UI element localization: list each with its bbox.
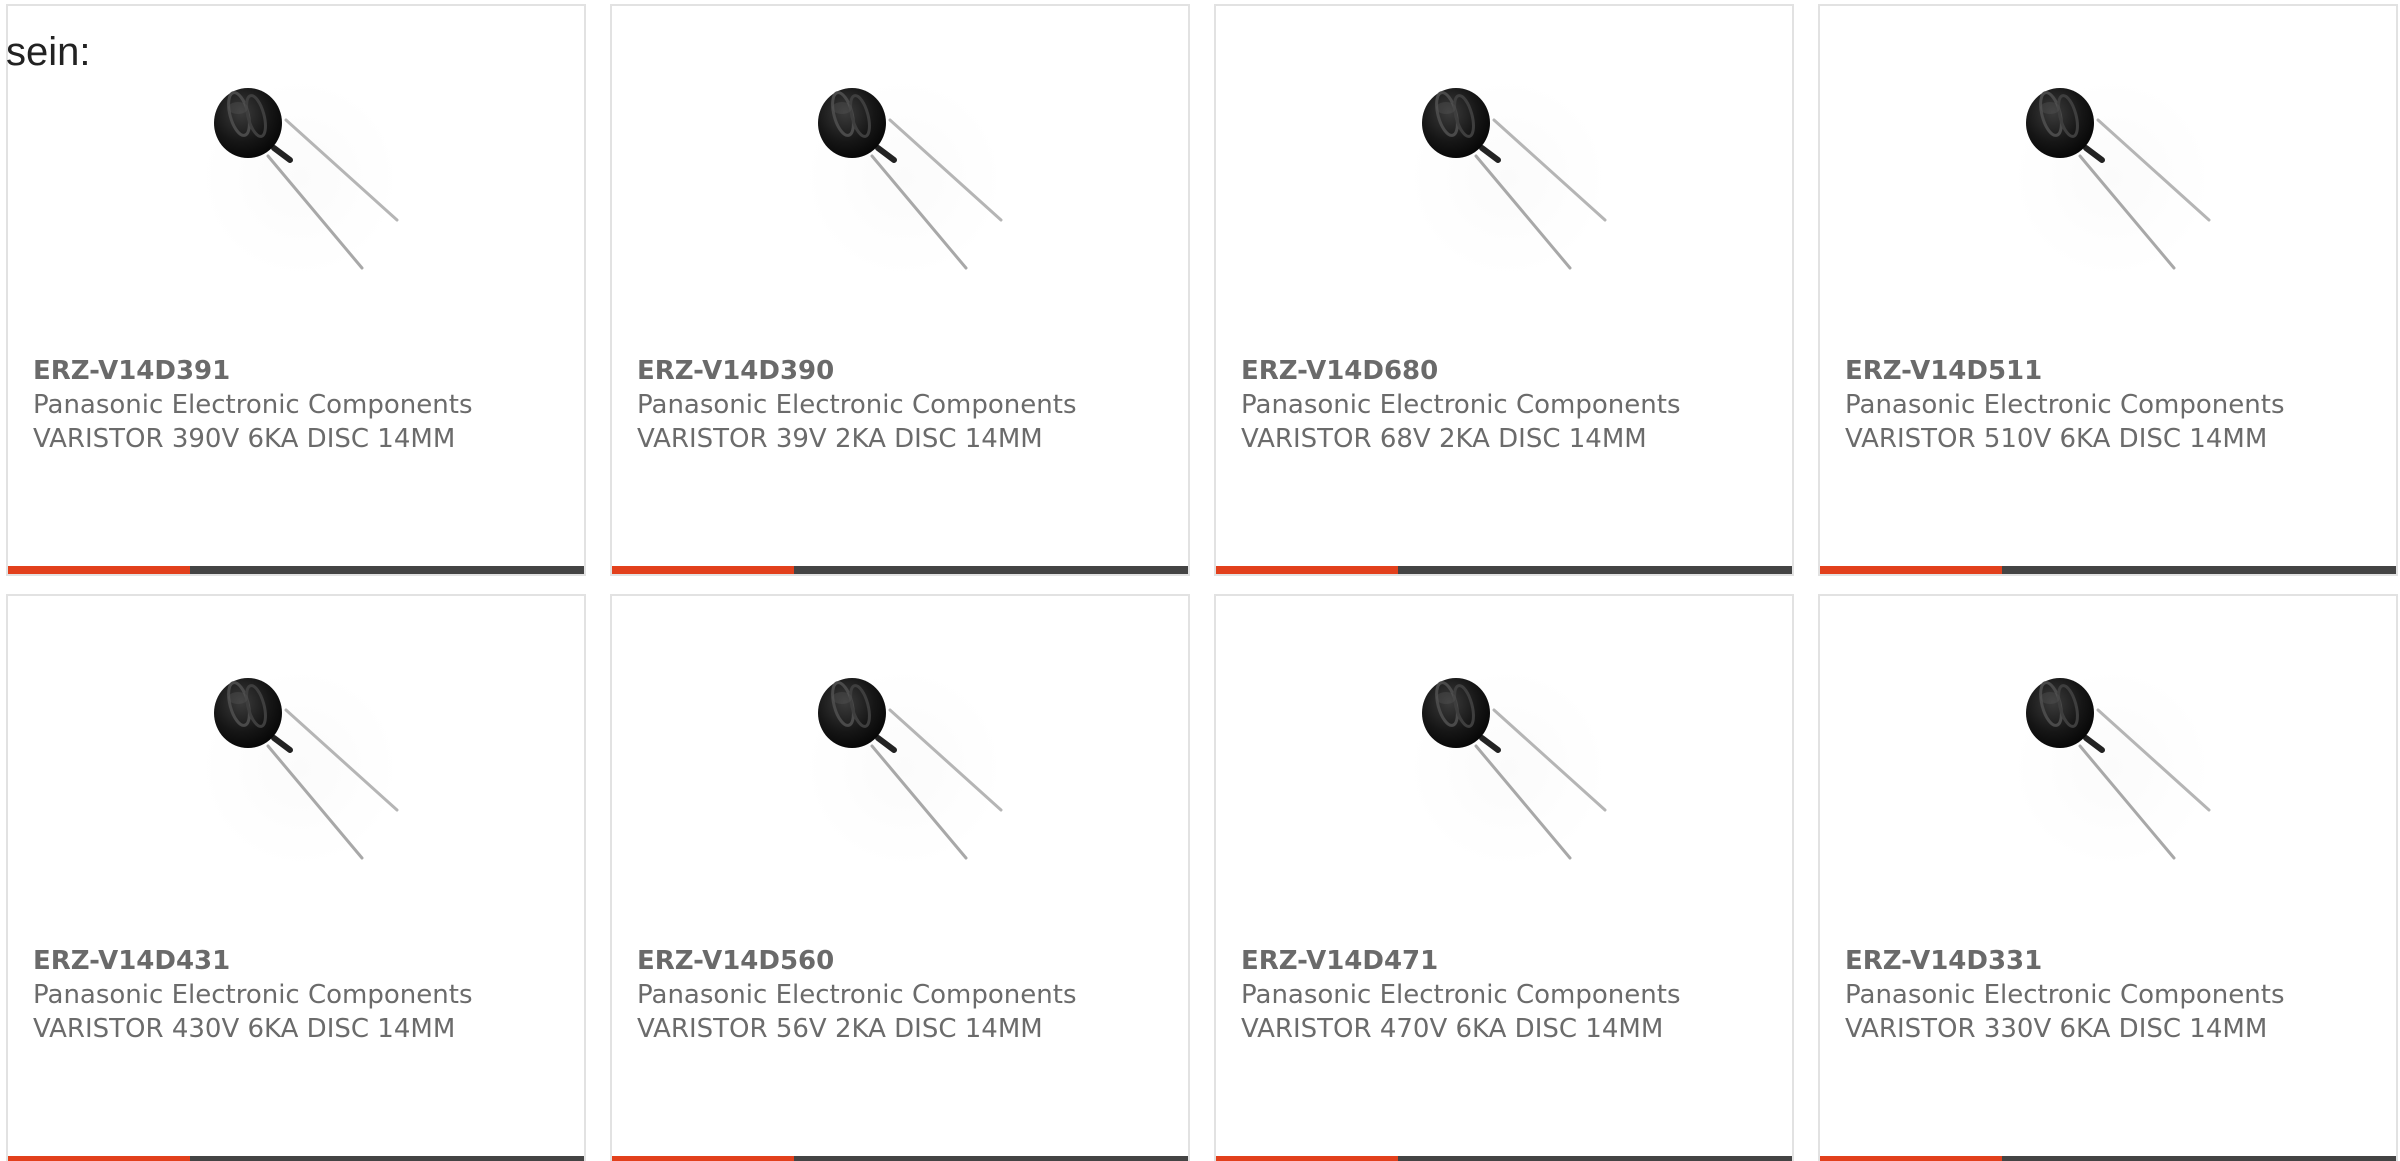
part-number-link[interactable]: ERZ-V14D471 bbox=[1241, 944, 1782, 978]
product-card[interactable]: ERZ-V14D431 Panasonic Electronic Compone… bbox=[6, 594, 586, 1161]
disc-varistor-image[interactable] bbox=[794, 658, 1014, 878]
lead-text: sein: bbox=[6, 30, 91, 74]
card-footer-bar bbox=[1820, 566, 2396, 574]
part-number-link[interactable]: ERZ-V14D390 bbox=[637, 354, 1178, 388]
manufacturer-label: Panasonic Electronic Components bbox=[33, 980, 473, 1010]
disc-varistor-image[interactable] bbox=[2002, 658, 2222, 878]
product-description: VARISTOR 330V 6KA DISC 14MM bbox=[1845, 1014, 2268, 1044]
card-footer-bar bbox=[1216, 566, 1792, 574]
manufacturer-label: Panasonic Electronic Components bbox=[637, 390, 1077, 420]
card-accent-bar bbox=[1820, 1156, 2002, 1161]
part-number-link[interactable]: ERZ-V14D560 bbox=[637, 944, 1178, 978]
part-number-link[interactable]: ERZ-V14D331 bbox=[1845, 944, 2386, 978]
product-description: VARISTOR 430V 6KA DISC 14MM bbox=[33, 1014, 456, 1044]
disc-varistor-image[interactable] bbox=[190, 68, 410, 288]
product-grid: ERZ-V14D391 Panasonic Electronic Compone… bbox=[0, 0, 2400, 1161]
card-accent-bar bbox=[8, 1156, 190, 1161]
product-card[interactable]: ERZ-V14D391 Panasonic Electronic Compone… bbox=[6, 4, 586, 576]
product-info: ERZ-V14D331 Panasonic Electronic Compone… bbox=[1845, 944, 2386, 1046]
disc-varistor-image[interactable] bbox=[1398, 68, 1618, 288]
manufacturer-label: Panasonic Electronic Components bbox=[1241, 390, 1681, 420]
card-accent-bar bbox=[1820, 566, 2002, 574]
product-info: ERZ-V14D390 Panasonic Electronic Compone… bbox=[637, 354, 1178, 456]
card-accent-bar bbox=[1216, 1156, 1398, 1161]
product-info: ERZ-V14D511 Panasonic Electronic Compone… bbox=[1845, 354, 2386, 456]
product-description: VARISTOR 56V 2KA DISC 14MM bbox=[637, 1014, 1043, 1044]
card-footer-bar bbox=[1820, 1156, 2396, 1161]
part-number-link[interactable]: ERZ-V14D431 bbox=[33, 944, 574, 978]
disc-varistor-image[interactable] bbox=[190, 658, 410, 878]
page: sein: ERZ-V14D391 Panasonic Electronic C… bbox=[0, 0, 2400, 1161]
product-card[interactable]: ERZ-V14D471 Panasonic Electronic Compone… bbox=[1214, 594, 1794, 1161]
disc-varistor-image[interactable] bbox=[2002, 68, 2222, 288]
product-card[interactable]: ERZ-V14D331 Panasonic Electronic Compone… bbox=[1818, 594, 2398, 1161]
card-footer-bar bbox=[612, 1156, 1188, 1161]
manufacturer-label: Panasonic Electronic Components bbox=[1241, 980, 1681, 1010]
part-number-link[interactable]: ERZ-V14D391 bbox=[33, 354, 574, 388]
card-footer-bar bbox=[612, 566, 1188, 574]
product-card[interactable]: ERZ-V14D560 Panasonic Electronic Compone… bbox=[610, 594, 1190, 1161]
card-accent-bar bbox=[8, 566, 190, 574]
product-info: ERZ-V14D471 Panasonic Electronic Compone… bbox=[1241, 944, 1782, 1046]
product-description: VARISTOR 68V 2KA DISC 14MM bbox=[1241, 424, 1647, 454]
card-accent-bar bbox=[612, 1156, 794, 1161]
card-accent-bar bbox=[1216, 566, 1398, 574]
card-footer-bar bbox=[8, 1156, 584, 1161]
disc-varistor-image[interactable] bbox=[1398, 658, 1618, 878]
product-info: ERZ-V14D431 Panasonic Electronic Compone… bbox=[33, 944, 574, 1046]
card-accent-bar bbox=[612, 566, 794, 574]
product-description: VARISTOR 510V 6KA DISC 14MM bbox=[1845, 424, 2268, 454]
manufacturer-label: Panasonic Electronic Components bbox=[637, 980, 1077, 1010]
card-footer-bar bbox=[1216, 1156, 1792, 1161]
product-card[interactable]: ERZ-V14D511 Panasonic Electronic Compone… bbox=[1818, 4, 2398, 576]
product-description: VARISTOR 390V 6KA DISC 14MM bbox=[33, 424, 456, 454]
product-info: ERZ-V14D391 Panasonic Electronic Compone… bbox=[33, 354, 574, 456]
manufacturer-label: Panasonic Electronic Components bbox=[1845, 980, 2285, 1010]
card-footer-bar bbox=[8, 566, 584, 574]
manufacturer-label: Panasonic Electronic Components bbox=[1845, 390, 2285, 420]
product-description: VARISTOR 470V 6KA DISC 14MM bbox=[1241, 1014, 1664, 1044]
product-card[interactable]: ERZ-V14D390 Panasonic Electronic Compone… bbox=[610, 4, 1190, 576]
part-number-link[interactable]: ERZ-V14D511 bbox=[1845, 354, 2386, 388]
product-info: ERZ-V14D560 Panasonic Electronic Compone… bbox=[637, 944, 1178, 1046]
manufacturer-label: Panasonic Electronic Components bbox=[33, 390, 473, 420]
product-info: ERZ-V14D680 Panasonic Electronic Compone… bbox=[1241, 354, 1782, 456]
disc-varistor-image[interactable] bbox=[794, 68, 1014, 288]
part-number-link[interactable]: ERZ-V14D680 bbox=[1241, 354, 1782, 388]
product-description: VARISTOR 39V 2KA DISC 14MM bbox=[637, 424, 1043, 454]
product-card[interactable]: ERZ-V14D680 Panasonic Electronic Compone… bbox=[1214, 4, 1794, 576]
